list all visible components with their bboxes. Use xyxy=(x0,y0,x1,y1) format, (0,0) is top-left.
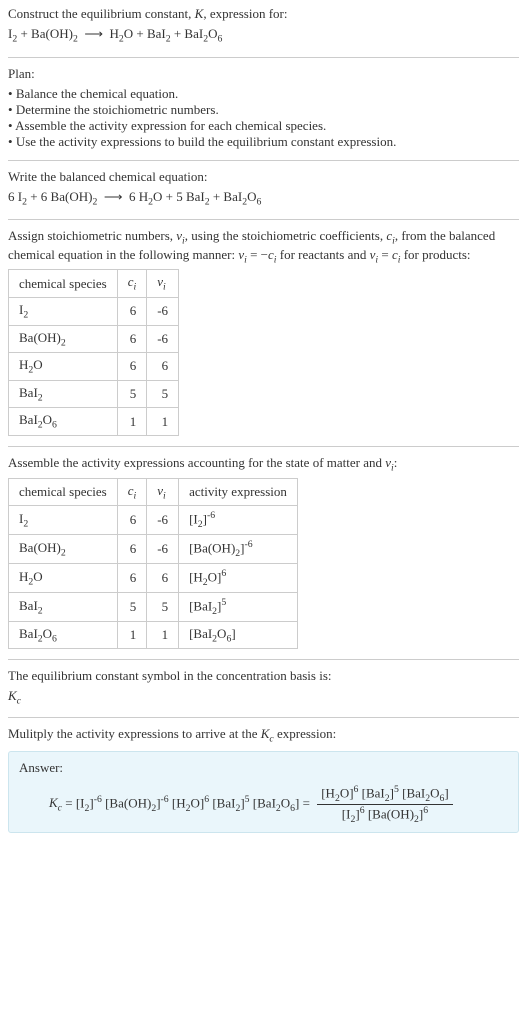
cell-ci: 5 xyxy=(117,592,147,621)
kc-denominator: [I2]6 [Ba(OH)2]6 xyxy=(317,805,452,825)
col-vi: νi xyxy=(147,270,179,298)
cell-vi: -6 xyxy=(147,535,179,564)
cell-vi: -6 xyxy=(147,297,179,325)
cell-species: Ba(OH)2 xyxy=(9,535,118,564)
plan-list: Balance the chemical equation. Determine… xyxy=(8,86,519,150)
cell-vi: 5 xyxy=(147,380,179,408)
kc-fraction: [H2O]6 [BaI2]5 [BaI2O6] [I2]6 [Ba(OH)2]6 xyxy=(317,784,452,825)
cell-species: BaI2O6 xyxy=(9,408,118,436)
cell-expr: [BaI2O6] xyxy=(179,621,298,649)
plan-item: Use the activity expressions to build th… xyxy=(8,134,519,150)
cell-species: Ba(OH)2 xyxy=(9,325,118,353)
symbol-section: The equilibrium constant symbol in the c… xyxy=(8,659,519,717)
answer-box: Answer: Kc = [I2]-6 [Ba(OH)2]-6 [H2O]6 [… xyxy=(8,751,519,834)
prompt-heading: Construct the equilibrium constant, K, e… xyxy=(8,6,519,22)
col-ci: ci xyxy=(117,478,147,506)
prompt-section: Construct the equilibrium constant, K, e… xyxy=(8,6,519,57)
plan-section: Plan: Balance the chemical equation. Det… xyxy=(8,57,519,160)
cell-vi: -6 xyxy=(147,506,179,535)
cell-species: I2 xyxy=(9,297,118,325)
table-row: BaI2 5 5 [BaI2]5 xyxy=(9,592,298,621)
col-ci: ci xyxy=(117,270,147,298)
col-vi: νi xyxy=(147,478,179,506)
balanced-section: Write the balanced chemical equation: 6 … xyxy=(8,160,519,220)
cell-vi: 6 xyxy=(147,563,179,592)
balanced-equation: 6 I2 + 6 Ba(OH)2 ⟶ 6 H2O + 5 BaI2 + BaI2… xyxy=(8,189,519,208)
cell-species: BaI2O6 xyxy=(9,621,118,649)
symbol-heading: The equilibrium constant symbol in the c… xyxy=(8,668,519,684)
final-section: Mulitply the activity expressions to arr… xyxy=(8,717,519,843)
cell-ci: 6 xyxy=(117,563,147,592)
plan-item: Determine the stoichiometric numbers. xyxy=(8,102,519,118)
activity-table: chemical species ci νi activity expressi… xyxy=(8,478,298,650)
table-header-row: chemical species ci νi activity expressi… xyxy=(9,478,298,506)
cell-species: BaI2 xyxy=(9,592,118,621)
table-row: Ba(OH)2 6 -6 [Ba(OH)2]-6 xyxy=(9,535,298,564)
stoich-section: Assign stoichiometric numbers, νi, using… xyxy=(8,219,519,446)
stoich-heading: Assign stoichiometric numbers, νi, using… xyxy=(8,228,519,265)
col-species: chemical species xyxy=(9,478,118,506)
cell-ci: 6 xyxy=(117,506,147,535)
cell-ci: 1 xyxy=(117,621,147,649)
activity-heading: Assemble the activity expressions accoun… xyxy=(8,455,519,474)
plan-heading: Plan: xyxy=(8,66,519,82)
cell-ci: 6 xyxy=(117,297,147,325)
cell-expr: [H2O]6 xyxy=(179,563,298,592)
plan-item: Balance the chemical equation. xyxy=(8,86,519,102)
table-row: BaI2O6 1 1 xyxy=(9,408,179,436)
cell-expr: [BaI2]5 xyxy=(179,592,298,621)
table-row: I2 6 -6 [I2]-6 xyxy=(9,506,298,535)
table-row: BaI2O6 1 1 [BaI2O6] xyxy=(9,621,298,649)
stoich-table: chemical species ci νi I2 6 -6 Ba(OH)2 6… xyxy=(8,269,179,436)
table-header-row: chemical species ci νi xyxy=(9,270,179,298)
cell-species: H2O xyxy=(9,563,118,592)
cell-species: H2O xyxy=(9,353,118,381)
cell-vi: 1 xyxy=(147,408,179,436)
table-row: H2O 6 6 xyxy=(9,353,179,381)
cell-ci: 6 xyxy=(117,535,147,564)
activity-section: Assemble the activity expressions accoun… xyxy=(8,446,519,659)
cell-ci: 1 xyxy=(117,408,147,436)
cell-expr: [I2]-6 xyxy=(179,506,298,535)
kc-numerator: [H2O]6 [BaI2]5 [BaI2O6] xyxy=(317,784,452,805)
col-species: chemical species xyxy=(9,270,118,298)
answer-label: Answer: xyxy=(19,760,508,776)
cell-vi: -6 xyxy=(147,325,179,353)
cell-vi: 6 xyxy=(147,353,179,381)
balanced-heading: Write the balanced chemical equation: xyxy=(8,169,519,185)
plan-item: Assemble the activity expression for eac… xyxy=(8,118,519,134)
table-row: H2O 6 6 [H2O]6 xyxy=(9,563,298,592)
final-heading: Mulitply the activity expressions to arr… xyxy=(8,726,519,745)
cell-species: I2 xyxy=(9,506,118,535)
table-row: BaI2 5 5 xyxy=(9,380,179,408)
symbol-value: Kc xyxy=(8,688,519,707)
cell-species: BaI2 xyxy=(9,380,118,408)
cell-ci: 5 xyxy=(117,380,147,408)
table-row: I2 6 -6 xyxy=(9,297,179,325)
cell-ci: 6 xyxy=(117,325,147,353)
cell-ci: 6 xyxy=(117,353,147,381)
col-expr: activity expression xyxy=(179,478,298,506)
cell-expr: [Ba(OH)2]-6 xyxy=(179,535,298,564)
prompt-equation: I2 + Ba(OH)2 ⟶ H2O + BaI2 + BaI2O6 xyxy=(8,26,519,45)
table-row: Ba(OH)2 6 -6 xyxy=(9,325,179,353)
cell-vi: 5 xyxy=(147,592,179,621)
kc-expression: Kc = [I2]-6 [Ba(OH)2]-6 [H2O]6 [BaI2]5 [… xyxy=(19,784,508,825)
cell-vi: 1 xyxy=(147,621,179,649)
